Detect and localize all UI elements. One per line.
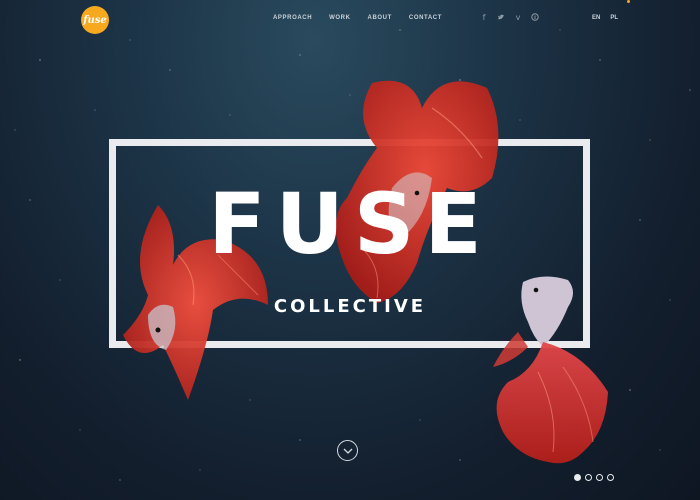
main-navigation: APPROACH WORK ABOUT CONTACT	[273, 15, 459, 21]
lang-pl[interactable]: PL	[610, 15, 618, 21]
social-links: f v	[480, 13, 548, 23]
nav-work[interactable]: WORK	[329, 15, 350, 21]
pager-dot-4[interactable]	[607, 474, 614, 481]
nav-contact[interactable]: CONTACT	[409, 15, 442, 21]
right-betta-fish	[493, 276, 608, 464]
hero-title: FUSE	[208, 175, 492, 273]
nav-about[interactable]: ABOUT	[368, 15, 392, 21]
facebook-icon[interactable]: f	[480, 13, 488, 23]
pinterest-icon[interactable]	[531, 13, 539, 23]
fuse-logo[interactable]: fuse	[81, 6, 109, 34]
slide-pager	[574, 474, 618, 481]
pager-dot-2[interactable]	[585, 474, 592, 481]
pager-dot-3[interactable]	[596, 474, 603, 481]
language-switcher: EN PL	[592, 15, 628, 21]
twitter-icon[interactable]	[497, 13, 505, 23]
nav-approach[interactable]: APPROACH	[273, 15, 312, 21]
pager-dot-1[interactable]	[574, 474, 581, 481]
vimeo-icon[interactable]: v	[514, 13, 522, 23]
notification-dot	[627, 0, 630, 3]
lang-en[interactable]: EN	[592, 15, 600, 21]
chevron-down-icon	[343, 448, 352, 454]
scroll-down-button[interactable]	[337, 440, 358, 461]
